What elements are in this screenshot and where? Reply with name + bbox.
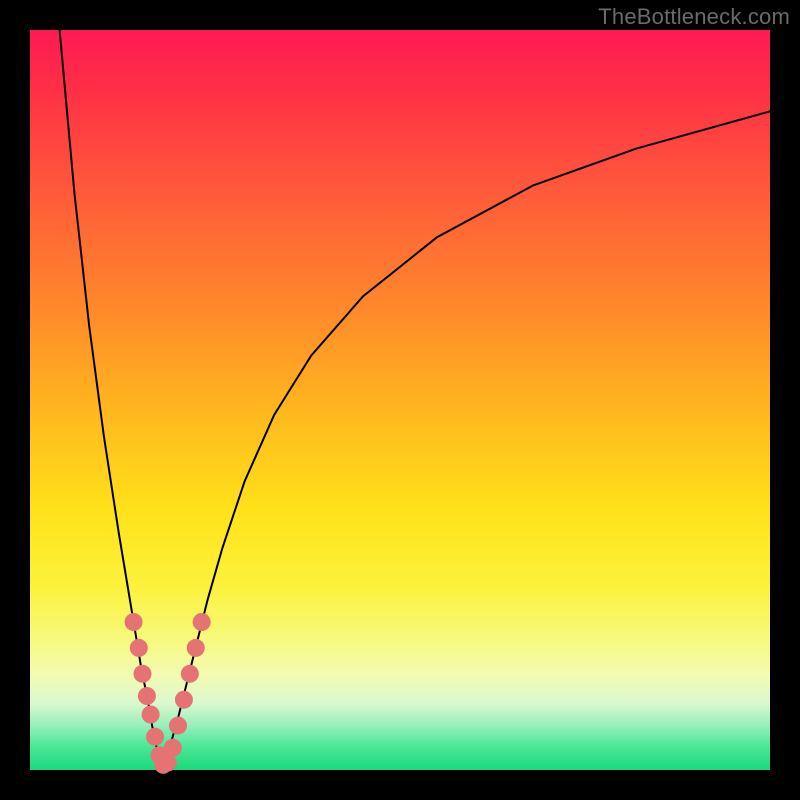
data-marker [175,691,193,709]
chart-frame: TheBottleneck.com [0,0,800,800]
data-marker [146,728,164,746]
data-marker [193,613,211,631]
curve-right-path [163,111,770,766]
data-marker [125,613,143,631]
data-marker [138,687,156,705]
watermark-text: TheBottleneck.com [598,4,790,30]
data-marker [130,639,148,657]
chart-overlay [30,30,770,770]
data-marker [181,665,199,683]
curve-group [60,30,770,766]
data-marker [142,706,160,724]
data-marker [169,717,187,735]
data-marker [187,639,205,657]
data-marker [133,665,151,683]
curve-left-path [60,30,164,766]
data-marker [164,739,182,757]
